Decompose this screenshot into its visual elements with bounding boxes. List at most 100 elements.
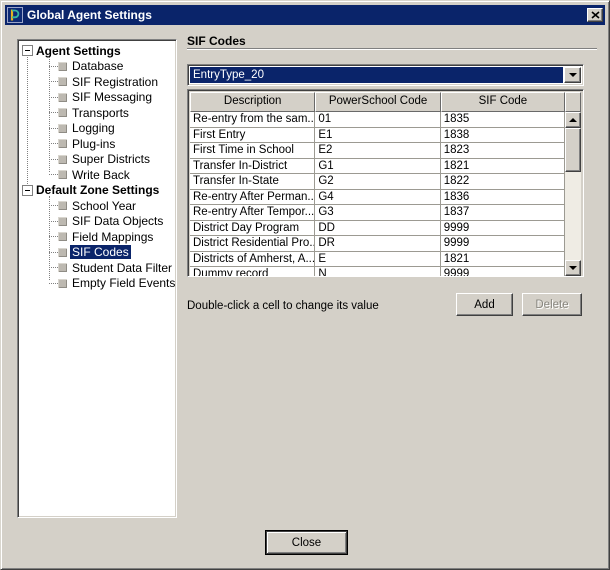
tree-item-sif-registration[interactable]: SIF Registration bbox=[18, 74, 176, 90]
table-cell[interactable]: G4 bbox=[315, 190, 440, 206]
tree-item-write-back[interactable]: Write Back bbox=[18, 167, 176, 183]
table-cell[interactable]: 01 bbox=[315, 112, 440, 128]
tree-item-super-districts[interactable]: Super Districts bbox=[18, 152, 176, 168]
sif-codes-table: Description PowerSchool Code SIF Code Re… bbox=[187, 89, 584, 277]
table-cell[interactable]: 9999 bbox=[441, 267, 565, 276]
tree-item-field-mappings[interactable]: Field Mappings bbox=[18, 229, 176, 245]
table-cell[interactable]: Transfer In-District bbox=[190, 159, 315, 175]
tree-item-plug-ins[interactable]: Plug-ins bbox=[18, 136, 176, 152]
table-header-row: Description PowerSchool Code SIF Code bbox=[190, 92, 581, 112]
code-set-dropdown[interactable]: EntryType_20 bbox=[187, 64, 584, 86]
scrollbar-thumb[interactable] bbox=[565, 128, 581, 172]
table-cell[interactable]: Districts of Amherst, A... bbox=[190, 252, 315, 268]
table-row[interactable]: Transfer In-StateG21822 bbox=[190, 174, 565, 190]
table-cell[interactable]: G2 bbox=[315, 174, 440, 190]
tree-bullet-icon bbox=[58, 248, 67, 257]
table-cell[interactable]: G1 bbox=[315, 159, 440, 175]
tree-connector bbox=[49, 81, 58, 82]
tree-connector bbox=[49, 267, 58, 268]
tree-bullet-icon bbox=[58, 77, 67, 86]
close-button[interactable]: Close bbox=[266, 531, 347, 554]
table-row[interactable]: Re-entry from the sam...011835 bbox=[190, 112, 565, 128]
powerschool-logo-icon bbox=[7, 7, 23, 23]
tree-item-transports[interactable]: Transports bbox=[18, 105, 176, 121]
tree-item-sif-messaging[interactable]: SIF Messaging bbox=[18, 90, 176, 106]
table-cell[interactable]: 1821 bbox=[441, 159, 565, 175]
table-cell[interactable]: E bbox=[315, 252, 440, 268]
tree-item-label: Logging bbox=[70, 121, 117, 135]
tree-item-label: Super Districts bbox=[70, 152, 152, 166]
table-cell[interactable]: 1838 bbox=[441, 128, 565, 144]
table-cell[interactable]: District Residential Pro... bbox=[190, 236, 315, 252]
tree-item-label: Write Back bbox=[70, 168, 132, 182]
table-row[interactable]: Transfer In-DistrictG11821 bbox=[190, 159, 565, 175]
table-cell[interactable]: 9999 bbox=[441, 221, 565, 237]
scroll-up-icon[interactable] bbox=[565, 112, 581, 128]
tree-item-label: Student Data Filter bbox=[70, 261, 174, 275]
tree-bullet-icon bbox=[58, 279, 67, 288]
tree-bullet-icon bbox=[58, 263, 67, 272]
table-row[interactable]: First EntryE11838 bbox=[190, 128, 565, 144]
scroll-down-icon[interactable] bbox=[565, 260, 581, 276]
table-row[interactable]: Re-entry After Perman...G41836 bbox=[190, 190, 565, 206]
edit-hint-text: Double-click a cell to change its value bbox=[187, 300, 379, 312]
tree-bullet-icon bbox=[58, 139, 67, 148]
table-row[interactable]: Re-entry After Tempor...G31837 bbox=[190, 205, 565, 221]
tree-item-school-year[interactable]: School Year bbox=[18, 198, 176, 214]
column-header-description[interactable]: Description bbox=[190, 92, 315, 112]
table-cell[interactable]: First Time in School bbox=[190, 143, 315, 159]
tree-item-empty-field-events[interactable]: Empty Field Events bbox=[18, 276, 176, 292]
tree-connector bbox=[49, 159, 58, 160]
collapse-expander-icon[interactable] bbox=[22, 45, 33, 56]
table-cell[interactable]: N bbox=[315, 267, 440, 276]
tree-item-student-data-filter[interactable]: Student Data Filter bbox=[18, 260, 176, 276]
table-row[interactable]: District Day ProgramDD9999 bbox=[190, 221, 565, 237]
table-cell[interactable]: Re-entry After Tempor... bbox=[190, 205, 315, 221]
table-cell[interactable]: Re-entry After Perman... bbox=[190, 190, 315, 206]
titlebar[interactable]: Global Agent Settings bbox=[5, 5, 605, 25]
table-cell[interactable]: 1836 bbox=[441, 190, 565, 206]
table-cell[interactable]: DD bbox=[315, 221, 440, 237]
tree-bullet-icon bbox=[58, 201, 67, 210]
chevron-down-icon[interactable] bbox=[564, 67, 581, 83]
tree-connector bbox=[49, 236, 58, 237]
tree-section-agent-settings[interactable]: Agent Settings bbox=[18, 43, 176, 59]
table-row[interactable]: First Time in SchoolE21823 bbox=[190, 143, 565, 159]
tree-item-label: SIF Registration bbox=[70, 75, 160, 89]
table-row[interactable]: District Residential Pro...DR9999 bbox=[190, 236, 565, 252]
tree-item-label: Database bbox=[70, 59, 125, 73]
table-cell[interactable]: E2 bbox=[315, 143, 440, 159]
tree-item-sif-codes[interactable]: SIF Codes bbox=[18, 245, 176, 261]
table-cell[interactable]: Re-entry from the sam... bbox=[190, 112, 315, 128]
table-cell[interactable]: First Entry bbox=[190, 128, 315, 144]
tree-item-database[interactable]: Database bbox=[18, 59, 176, 75]
table-cell[interactable]: 1822 bbox=[441, 174, 565, 190]
tree-connector bbox=[49, 205, 58, 206]
table-cell[interactable]: District Day Program bbox=[190, 221, 315, 237]
tree-item-sif-data-objects[interactable]: SIF Data Objects bbox=[18, 214, 176, 230]
table-cell[interactable]: 1823 bbox=[441, 143, 565, 159]
table-cell[interactable]: 1837 bbox=[441, 205, 565, 221]
tree-item-logging[interactable]: Logging bbox=[18, 121, 176, 137]
window-title: Global Agent Settings bbox=[27, 8, 583, 22]
tree-item-label: Plug-ins bbox=[70, 137, 117, 151]
table-row[interactable]: Dummy recordN9999 bbox=[190, 267, 565, 276]
table-cell[interactable]: 9999 bbox=[441, 236, 565, 252]
table-cell[interactable]: G3 bbox=[315, 205, 440, 221]
table-row[interactable]: Districts of Amherst, A...E1821 bbox=[190, 252, 565, 268]
close-icon[interactable] bbox=[587, 8, 603, 22]
table-cell[interactable]: Transfer In-State bbox=[190, 174, 315, 190]
tree-section-default-zone-settings[interactable]: Default Zone Settings bbox=[18, 183, 176, 199]
table-cell[interactable]: E1 bbox=[315, 128, 440, 144]
vertical-scrollbar[interactable] bbox=[565, 112, 581, 276]
table-cell[interactable]: DR bbox=[315, 236, 440, 252]
column-header-sif-code[interactable]: SIF Code bbox=[441, 92, 565, 112]
column-header-powerschool-code[interactable]: PowerSchool Code bbox=[315, 92, 440, 112]
tree-bullet-icon bbox=[58, 170, 67, 179]
tree-bullet-icon bbox=[58, 108, 67, 117]
table-cell[interactable]: Dummy record bbox=[190, 267, 315, 276]
table-cell[interactable]: 1821 bbox=[441, 252, 565, 268]
add-button[interactable]: Add bbox=[456, 293, 513, 316]
collapse-expander-icon[interactable] bbox=[22, 185, 33, 196]
table-cell[interactable]: 1835 bbox=[441, 112, 565, 128]
